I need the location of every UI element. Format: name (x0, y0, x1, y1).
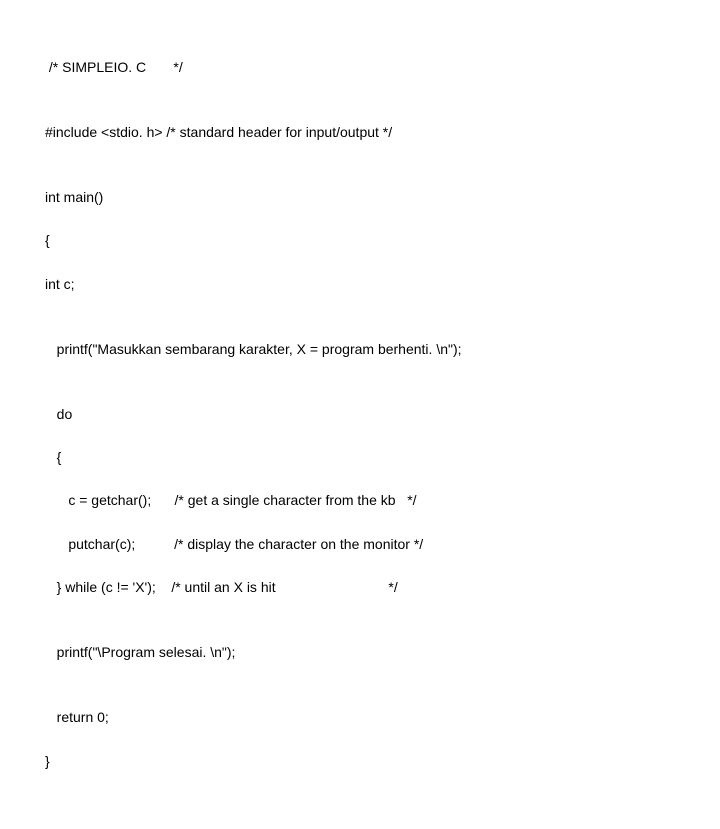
code-block: /* SIMPLEIO. C */ #include <stdio. h> /*… (0, 0, 720, 829)
code-line: putchar(c); /* display the character on … (45, 534, 675, 556)
code-line: #include <stdio. h> /* standard header f… (45, 122, 675, 144)
code-line: do (45, 404, 675, 426)
code-line: } (45, 751, 675, 773)
code-line: { (45, 230, 675, 252)
code-line: int main() (45, 187, 675, 209)
code-line: c = getchar(); /* get a single character… (45, 490, 675, 512)
code-line: return 0; (45, 707, 675, 729)
code-line: printf("\Program selesai. \n"); (45, 642, 675, 664)
code-line: { (45, 447, 675, 469)
code-line: int c; (45, 274, 675, 296)
code-line: printf("Masukkan sembarang karakter, X =… (45, 339, 675, 361)
code-line: } while (c != 'X'); /* until an X is hit… (45, 577, 675, 599)
code-line: /* SIMPLEIO. C */ (45, 57, 675, 79)
